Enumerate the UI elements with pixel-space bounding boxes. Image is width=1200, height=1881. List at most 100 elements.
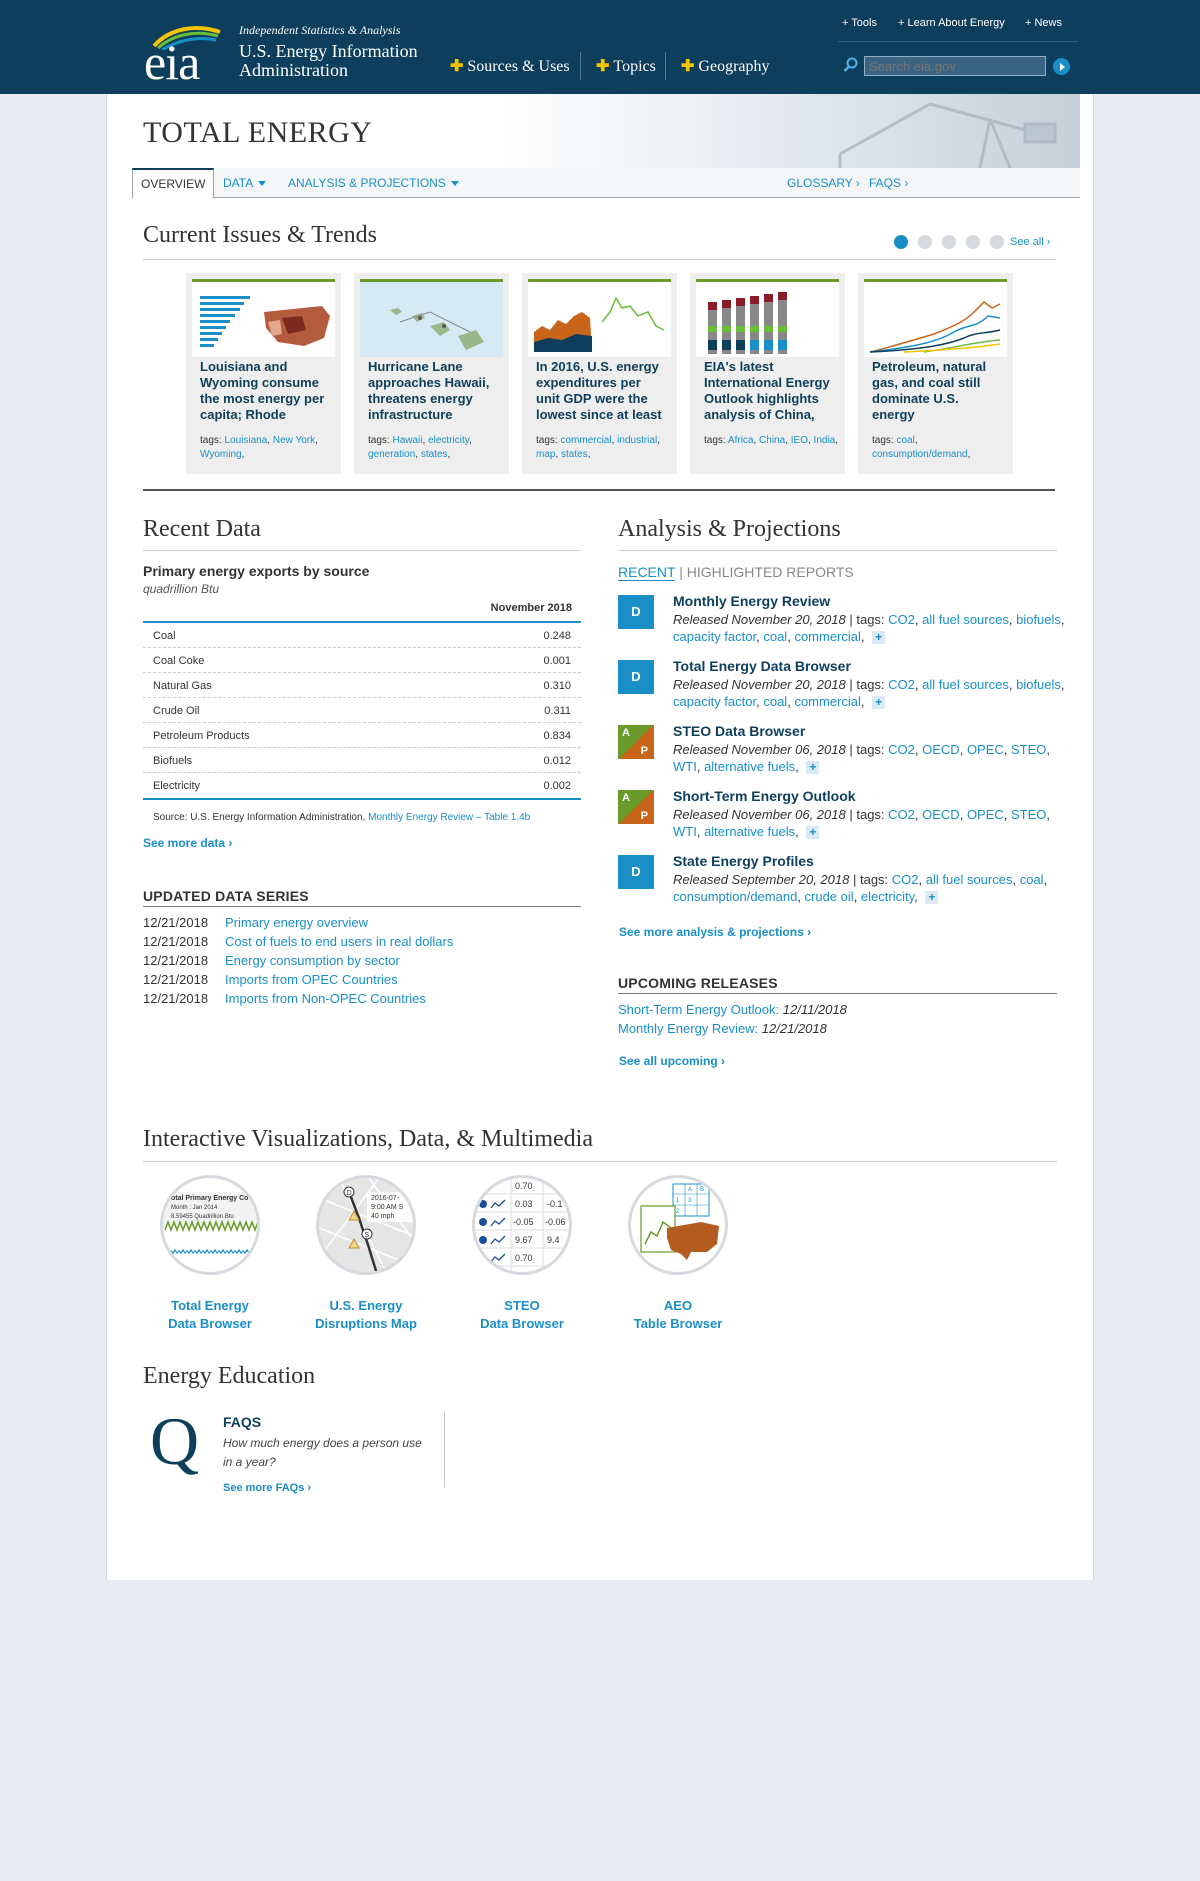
tag-link[interactable]: commercial [794,694,860,709]
tag-link[interactable]: electricity [861,889,914,904]
tag-link[interactable]: CO2 [888,742,915,757]
series-link[interactable]: Imports from OPEC Countries [225,972,398,987]
tag-link[interactable]: CO2 [888,807,915,822]
upcoming-link[interactable]: Short-Term Energy Outlook: [618,1002,779,1017]
tag-link[interactable]: coal [1020,872,1044,887]
tag-link[interactable]: consumption/demand [673,889,797,904]
sub-nav: OVERVIEW DATA ANALYSIS & PROJECTIONS GLO… [132,168,1080,199]
tag-link[interactable]: Africa [728,435,754,446]
tab-faqs[interactable]: FAQS › [869,168,908,198]
source-link[interactable]: Monthly Energy Review – Table 1.4b [368,812,530,823]
nav-geography[interactable]: ✚ Geography [681,56,770,76]
tab-highlighted-reports[interactable]: HIGHLIGHTED REPORTS [687,564,854,580]
tag-link[interactable]: crude oil [805,889,854,904]
carousel-dot-4[interactable] [966,235,980,249]
tab-analysis-projections[interactable]: ANALYSIS & PROJECTIONS [288,168,459,198]
see-all-trends-link[interactable]: See all › [1010,236,1050,248]
trend-card[interactable]: EIA's latest International Energy Outloo… [690,273,845,474]
tag-link[interactable]: electricity [428,435,469,446]
tab-data[interactable]: DATA [223,168,267,198]
tag-link[interactable]: Louisiana [224,435,267,446]
tab-recent[interactable]: RECENT [618,564,676,581]
series-link[interactable]: Primary energy overview [225,915,368,930]
tag-link[interactable]: WTI [673,824,697,839]
tag-link[interactable]: states [421,449,448,460]
search-input[interactable] [864,56,1046,76]
nav-sources-uses[interactable]: ✚ Sources & Uses [450,56,570,76]
tag-link[interactable]: coal [763,629,787,644]
tag-link[interactable]: STEO [1011,807,1046,822]
tag-link[interactable]: alternative fuels [704,759,795,774]
tag-link[interactable]: all fuel sources [922,612,1009,627]
nav-topics[interactable]: ✚ Topics [596,56,656,76]
see-more-faqs-link[interactable]: See more FAQs › [223,1482,311,1494]
svg-text:40 mph: 40 mph [371,1213,394,1220]
tag-link[interactable]: capacity factor [673,694,756,709]
analysis-item-title[interactable]: State Energy Profiles [673,853,814,869]
tag-link[interactable]: India [814,435,836,446]
see-more-data-link[interactable]: See more data › [143,836,232,850]
tag-link[interactable]: alternative fuels [704,824,795,839]
tab-overview[interactable]: OVERVIEW [132,168,215,199]
tag-link[interactable]: IEO [791,435,808,446]
tag-link[interactable]: Hawaii [392,435,422,446]
search-submit-button[interactable] [1053,58,1070,75]
tag-link[interactable]: STEO [1011,742,1046,757]
tag-link[interactable]: generation [368,449,415,460]
trend-card[interactable]: Hurricane Lane approaches Hawaii, threat… [354,273,509,474]
tag-link[interactable]: capacity factor [673,629,756,644]
tag-link[interactable]: OPEC [967,742,1004,757]
tag-link[interactable]: map [536,449,555,460]
upcoming-link[interactable]: Monthly Energy Review: [618,1021,758,1036]
tag-link[interactable]: OPEC [967,807,1004,822]
tag-link[interactable]: industrial [617,435,657,446]
analysis-item-title[interactable]: STEO Data Browser [673,723,805,739]
tag-link[interactable]: states [561,449,588,460]
tag-link[interactable]: WTI [673,759,697,774]
analysis-item-title[interactable]: Total Energy Data Browser [673,658,851,674]
see-more-analysis-link[interactable]: See more analysis & projections › [619,925,811,939]
series-link[interactable]: Energy consumption by sector [225,953,400,968]
tag-link[interactable]: CO2 [892,872,919,887]
tag-link[interactable]: New York [273,435,315,446]
tag-link[interactable]: OECD [922,807,960,822]
series-link[interactable]: Imports from Non-OPEC Countries [225,991,426,1006]
expand-tags-icon[interactable]: + [806,761,820,775]
util-tools[interactable]: + Tools [842,17,877,29]
carousel-dot-5[interactable] [990,235,1004,249]
tag-link[interactable]: consumption/demand [872,449,968,460]
util-learn[interactable]: + Learn About Energy [898,17,1005,29]
carousel-dot-2[interactable] [918,235,932,249]
trend-card[interactable]: Petroleum, natural gas, and coal still d… [858,273,1013,474]
tag-link[interactable]: biofuels [1016,612,1061,627]
trend-card[interactable]: In 2016, U.S. energy expenditures per un… [522,273,677,474]
tag-link[interactable]: OECD [922,742,960,757]
tag-link[interactable]: all fuel sources [922,677,1009,692]
faq-heading[interactable]: FAQS [223,1414,261,1430]
tag-link[interactable]: Wyoming [200,449,242,460]
analysis-item-title[interactable]: Monthly Energy Review [673,593,830,609]
tag-link[interactable]: China [759,435,785,446]
tag-link[interactable]: commercial [794,629,860,644]
util-news[interactable]: + News [1025,17,1062,29]
faq-question[interactable]: How much energy does a person use in a y… [223,1434,423,1472]
tag-link[interactable]: all fuel sources [926,872,1013,887]
tag-link[interactable]: CO2 [888,677,915,692]
tag-link[interactable]: coal [763,694,787,709]
expand-tags-icon[interactable]: + [925,891,939,905]
see-all-upcoming-link[interactable]: See all upcoming › [619,1054,725,1068]
trend-card[interactable]: Louisiana and Wyoming consume the most e… [186,273,341,474]
tag-link[interactable]: biofuels [1016,677,1061,692]
carousel-dot-1[interactable] [894,235,908,249]
tag-link[interactable]: CO2 [888,612,915,627]
tag-link[interactable]: commercial [560,435,611,446]
expand-tags-icon[interactable]: + [872,631,886,645]
expand-tags-icon[interactable]: + [872,696,886,710]
eia-logo[interactable]: eia [144,24,222,87]
expand-tags-icon[interactable]: + [806,826,820,840]
series-link[interactable]: Cost of fuels to end users in real dolla… [225,934,453,949]
tab-glossary[interactable]: GLOSSARY › [787,168,860,198]
analysis-item-title[interactable]: Short-Term Energy Outlook [673,788,856,804]
carousel-dot-3[interactable] [942,235,956,249]
tag-link[interactable]: coal [896,435,914,446]
